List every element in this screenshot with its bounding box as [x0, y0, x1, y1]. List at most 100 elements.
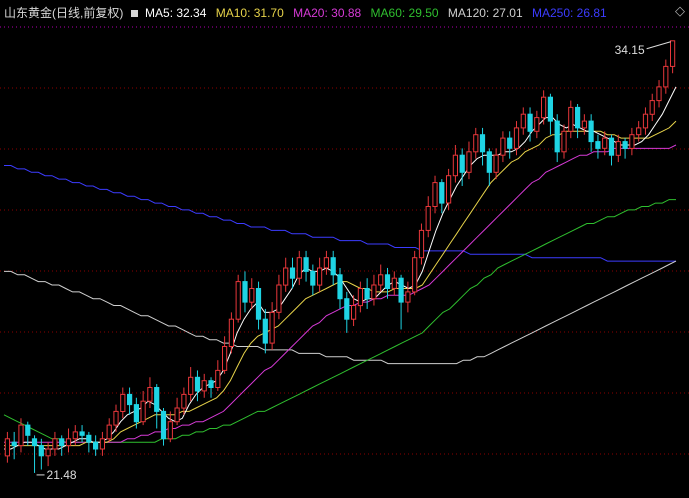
- candle-body: [629, 134, 635, 149]
- ma60-line: [3, 199, 676, 443]
- high-price-label: 34.15: [614, 42, 645, 57]
- candle-body: [439, 182, 445, 204]
- ma5-line: [4, 86, 677, 450]
- candle-body: [473, 134, 479, 153]
- candle-body: [18, 424, 24, 447]
- candle-body: [269, 311, 275, 344]
- candle-body: [45, 448, 51, 457]
- legend-ma60: MA60: 29.50: [370, 6, 439, 20]
- candle-body: [405, 291, 411, 303]
- candle-body: [330, 257, 336, 276]
- candle-body: [588, 120, 594, 143]
- candle-body: [615, 141, 621, 156]
- candle-body: [446, 175, 452, 204]
- candle-body: [283, 267, 289, 286]
- legend-square-icon: [130, 9, 138, 17]
- candle-body: [93, 441, 99, 450]
- chart-legend: 山东黄金(日线,前复权) MA5: 32.34 MA10: 31.70 MA20…: [4, 5, 613, 21]
- candle-body: [418, 229, 425, 259]
- candle-body: [262, 318, 268, 344]
- candle-body: [276, 284, 282, 313]
- candle-body: [459, 154, 465, 173]
- candle-body: [181, 393, 187, 409]
- candle-body: [622, 141, 628, 149]
- candle-body: [507, 137, 513, 149]
- candle-body: [303, 257, 309, 272]
- candle-body: [649, 100, 655, 115]
- legend-ma5: MA5: 32.34: [145, 6, 207, 20]
- candle-body: [554, 120, 560, 153]
- candle-body: [527, 113, 533, 132]
- candle-body: [568, 106, 574, 132]
- candle-body: [167, 421, 173, 440]
- kline-chart-panel[interactable]: 山东黄金(日线,前复权) MA5: 32.34 MA10: 31.70 MA20…: [0, 0, 689, 498]
- candle-body: [188, 376, 194, 395]
- candle-body: [337, 274, 343, 300]
- candle-body: [255, 288, 262, 320]
- candle-body: [412, 257, 418, 293]
- candle-body: [595, 141, 601, 149]
- candle-body: [194, 376, 201, 392]
- legend-ma250: MA250: 26.81: [531, 6, 607, 20]
- candle-body: [391, 277, 397, 289]
- candle-body: [371, 284, 377, 300]
- legend-ma20: MA20: 30.88: [293, 6, 362, 20]
- candle-body: [513, 127, 520, 149]
- candle-body: [79, 431, 85, 436]
- candle-body: [11, 441, 17, 447]
- legend-ma10: MA10: 31.70: [215, 6, 284, 20]
- candle-body: [636, 127, 642, 136]
- candle-body: [160, 410, 167, 440]
- candle-body: [59, 438, 65, 447]
- candle-body: [147, 387, 153, 402]
- candle-body: [174, 407, 180, 423]
- candle-body: [86, 434, 92, 443]
- candle-body: [235, 281, 241, 320]
- candle-body: [520, 113, 526, 129]
- candle-body: [547, 96, 553, 122]
- candle-body: [222, 346, 228, 371]
- candle-body: [215, 369, 221, 388]
- candle-body: [364, 288, 370, 300]
- candle-body: [296, 257, 302, 279]
- candle-body: [31, 438, 38, 447]
- candle-body: [541, 96, 547, 119]
- candle-body: [113, 410, 119, 426]
- candle-body: [486, 151, 492, 173]
- candle-body: [208, 380, 214, 389]
- candle-body: [656, 86, 662, 102]
- candle-body: [323, 257, 329, 269]
- candle-body: [351, 305, 357, 320]
- candle-body: [642, 113, 649, 129]
- candle-body: [133, 404, 140, 423]
- chart-title: 山东黄金(日线,前复权): [4, 6, 124, 20]
- candlestick-chart[interactable]: [0, 0, 689, 498]
- candle-body: [575, 106, 581, 129]
- candle-body: [344, 298, 350, 320]
- candle-body: [38, 445, 44, 457]
- candle-body: [106, 424, 112, 440]
- candle-body: [127, 393, 133, 406]
- candle-body: [493, 154, 499, 173]
- candle-body: [384, 274, 391, 289]
- candle-body: [201, 380, 207, 392]
- candle-body: [500, 137, 506, 156]
- candle-body: [479, 134, 486, 153]
- candle-body: [289, 267, 296, 279]
- candle-body: [602, 137, 608, 149]
- candle-body: [432, 182, 438, 208]
- ma250-line: [4, 165, 676, 262]
- diamond-icon[interactable]: ◇: [675, 3, 685, 19]
- candle-body: [140, 400, 146, 423]
- candle-body: [317, 267, 323, 286]
- candle-body: [608, 137, 615, 156]
- candle-body: [4, 438, 10, 457]
- candle-body: [378, 274, 384, 286]
- candle-body: [561, 130, 567, 153]
- candle-body: [242, 281, 248, 303]
- candle-body: [534, 117, 540, 132]
- candle-body: [670, 40, 676, 67]
- candle-body: [425, 206, 431, 231]
- candle-body: [310, 270, 316, 286]
- candle-body: [52, 438, 58, 450]
